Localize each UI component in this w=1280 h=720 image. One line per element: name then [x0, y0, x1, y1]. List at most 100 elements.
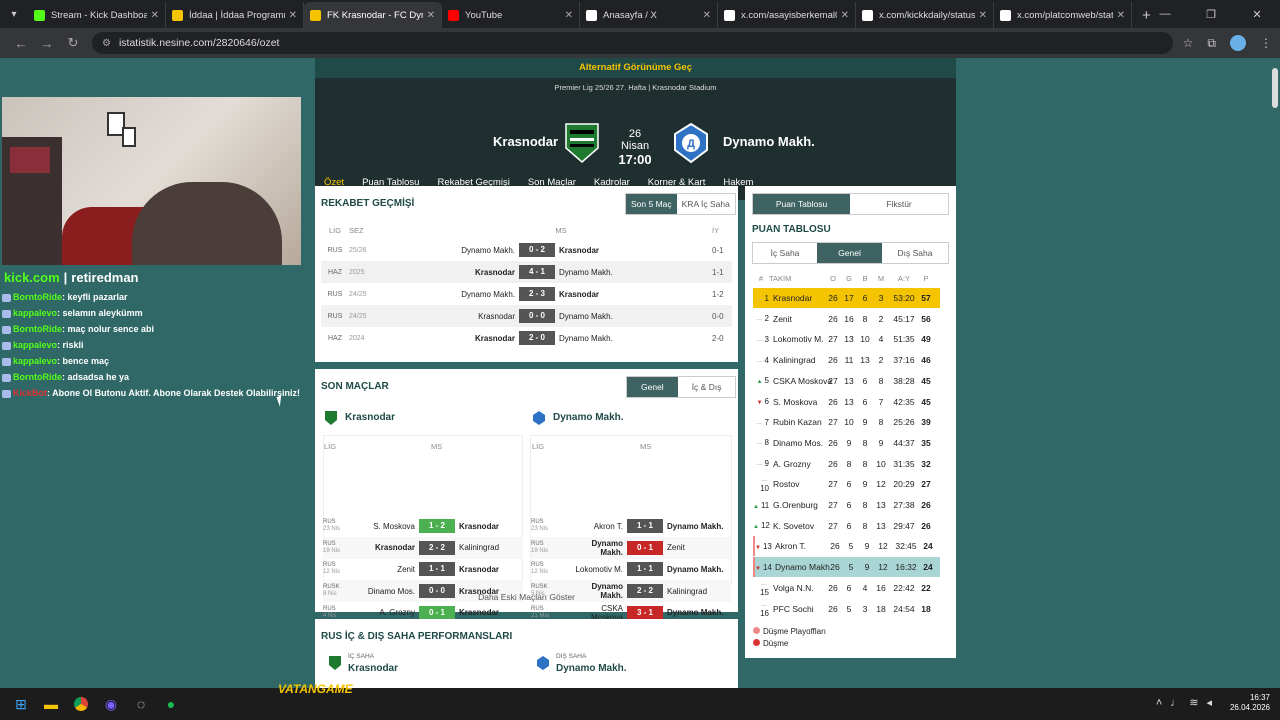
krasnodar-mini-crest-icon	[325, 411, 337, 425]
standings-cell: 27	[828, 479, 838, 490]
standings-cell: 18	[921, 603, 931, 614]
tab-fixtures[interactable]: Fikstür	[850, 194, 948, 214]
standings-row[interactable]: ▼ 6 S. Moskova 26 13 6 7 42:35 45	[753, 392, 940, 412]
chat-username[interactable]: BorntoRide	[13, 372, 62, 382]
standings-cell: 44:37	[893, 437, 915, 448]
home-team-name[interactable]: Krasnodar	[493, 134, 558, 149]
browser-tab[interactable]: YouTube ✕	[442, 2, 580, 28]
tab-standings[interactable]: Puan Tablosu	[753, 194, 850, 214]
away-team-name[interactable]: Dynamo Makh.	[723, 134, 815, 149]
standings-row[interactable]: ▲ 11 G.Orenburg 27 6 8 13 27:38 26	[753, 495, 940, 515]
standings-row[interactable]: —3 Lokomotiv M. 27 13 10 4 51:35 49	[753, 329, 940, 349]
close-icon[interactable]: ✕	[1234, 0, 1280, 28]
recent-filter-general[interactable]: Genel	[627, 377, 678, 397]
standings-row[interactable]: —1 Krasnodar 26 17 6 3 53:20 57	[753, 288, 940, 308]
chat-username[interactable]: kappalevo	[13, 308, 57, 318]
tab-close-icon[interactable]: ✕	[289, 10, 297, 21]
h2h-row[interactable]: HAZ 2024 Krasnodar 2 - 0 Dynamo Makh. 2-0	[321, 327, 732, 349]
browser-tab[interactable]: İddaa | İddaa Programı | C ✕	[166, 2, 304, 28]
chat-username[interactable]: kappalevo	[13, 356, 57, 366]
standings-row[interactable]: —16 PFC Sochi 26 5 3 18 24:54 18	[753, 599, 940, 619]
volume-icon[interactable]: ◂	[1206, 697, 1220, 709]
standings-row[interactable]: —10 Rostov 27 6 9 12 20:29 27	[753, 474, 940, 494]
tab-close-icon[interactable]: ✕	[1117, 10, 1125, 21]
standings-row[interactable]: —2 Zenit 26 16 8 2 45:17 56	[753, 309, 940, 329]
chat-username[interactable]: kappalevo	[13, 340, 57, 350]
h2h-row[interactable]: RUS 25/26 Dynamo Makh. 0 - 2 Krasnodar 0-1	[321, 239, 732, 261]
tab-close-icon[interactable]: ✕	[979, 10, 987, 21]
standings-row[interactable]: ▲ 12 K. Sovetov 27 6 8 13 29:47 26	[753, 516, 940, 536]
spotify-icon[interactable]: ●	[156, 689, 186, 719]
file-explorer-icon[interactable]: ▬	[36, 689, 66, 719]
reload-icon[interactable]: ↻	[60, 35, 86, 51]
recent-match-row[interactable]: RUS 19 Nis Dynamo Makh. 0 - 1 Zenit	[531, 536, 731, 559]
profile-avatar[interactable]	[1230, 35, 1246, 51]
maximize-icon[interactable]: ❐	[1188, 0, 1234, 28]
url-field[interactable]: ⚙ istatistik.nesine.com/2820646/ozet	[92, 32, 1173, 54]
mic-icon[interactable]: ♩	[1170, 697, 1189, 709]
recent-match-row[interactable]: RUS 23 Nis Akron T. 1 - 1 Dynamo Makh.	[531, 515, 731, 537]
vatangame-logo: VATANGAME	[278, 682, 353, 696]
filter-away[interactable]: Dış Saha	[882, 243, 948, 263]
standings-row[interactable]: —9 A. Grozny 26 8 8 10 31:35 32	[753, 454, 940, 474]
browser-tab[interactable]: Anasayfa / X ✕	[580, 2, 718, 28]
back-icon[interactable]: ←	[8, 36, 34, 51]
standings-cell: 26	[830, 541, 840, 552]
chat-username[interactable]: BorntoRide	[13, 292, 62, 302]
filter-home[interactable]: İç Saha	[753, 243, 817, 263]
h2h-filter-last5[interactable]: Son 5 Maç	[626, 194, 677, 214]
show-older-link[interactable]: Daha Eski Maçları Göster	[315, 592, 738, 602]
obs-icon[interactable]: ◌	[126, 689, 156, 719]
h2h-filter-home[interactable]: KRA İç Saha	[677, 194, 735, 214]
recent-match-row[interactable]: RUS 12 Nis Zenit 1 - 1 Krasnodar	[323, 558, 523, 580]
wifi-icon[interactable]: ≋	[1189, 697, 1206, 709]
tab-close-icon[interactable]: ✕	[151, 10, 159, 21]
chat-username[interactable]: BorntoRide	[13, 324, 62, 334]
h2h-row[interactable]: RUS 24/25 Krasnodar 0 - 0 Dynamo Makh. 0-0	[321, 305, 732, 327]
standings-row[interactable]: ▼ 14 Dynamo Makh. 26 5 9 12 16:32 24	[753, 557, 940, 578]
h2h-row[interactable]: RUS 24/25 Dynamo Makh. 2 - 3 Krasnodar 1-2	[321, 283, 732, 305]
recent-match-row[interactable]: RUS 19 Nis Krasnodar 2 - 2 Kaliningrad	[323, 536, 523, 559]
tab-search-icon[interactable]: ▾	[0, 0, 28, 28]
tab-close-icon[interactable]: ✕	[565, 10, 573, 21]
alt-view-link[interactable]: Alternatif Görünüme Geç	[315, 58, 956, 78]
site-info-icon[interactable]: ⚙	[102, 38, 111, 49]
browser-tab[interactable]: x.com/kickkdaily/status/2 ✕	[856, 2, 994, 28]
h2h-row[interactable]: HAZ 2025 Krasnodar 4 - 1 Dynamo Makh. 1-1	[321, 261, 732, 283]
standings-col-header: #	[758, 273, 764, 283]
standings-row[interactable]: —4 Kaliningrad 26 11 13 2 37:16 46	[753, 350, 940, 370]
standings-row[interactable]: —7 Rubin Kazan 27 10 9 8 25:26 39	[753, 412, 940, 432]
minimize-icon[interactable]: —	[1142, 0, 1188, 28]
recent-match-row[interactable]: RUS 23 Nis S. Moskova 1 - 2 Krasnodar	[323, 515, 523, 537]
tab-close-icon[interactable]: ✕	[841, 10, 849, 21]
extensions-icon[interactable]: ⧉	[1207, 36, 1216, 51]
discord-icon[interactable]: ◉	[96, 689, 126, 719]
browser-tab[interactable]: x.com/platcomweb/statu ✕	[994, 2, 1132, 28]
page-scrollbar[interactable]	[1270, 58, 1280, 688]
chrome-icon[interactable]	[66, 689, 96, 719]
browser-tab[interactable]: FK Krasnodar - FC Dynam ✕	[304, 2, 442, 28]
standings-pos: ▲ 11	[753, 501, 769, 510]
standings-cell: 27	[828, 520, 838, 531]
filter-general[interactable]: Genel	[817, 243, 882, 263]
chevron-up-icon[interactable]: ˄	[1156, 697, 1170, 709]
chat-username[interactable]: KickBot	[13, 388, 47, 398]
tab-close-icon[interactable]: ✕	[427, 10, 435, 21]
browser-tab[interactable]: x.com/asayisberkemal0/st ✕	[718, 2, 856, 28]
standings-row[interactable]: —15 Volga N.N. 26 6 4 16 22:42 22	[753, 578, 940, 598]
h2h-ht: 1-2	[712, 289, 724, 299]
standings-row[interactable]: ▼ 13 Akron T. 26 5 9 12 32:45 24	[753, 536, 940, 557]
browser-tab[interactable]: Stream - Kick Dashboard ✕	[28, 2, 166, 28]
clock[interactable]: 16:37 26.04.2026	[1230, 693, 1270, 713]
tab-title: x.com/asayisberkemal0/st	[741, 9, 837, 21]
more-menu-icon[interactable]: ⋮	[1260, 36, 1272, 50]
chat-message: kappalevo: selamın aleykümm	[2, 308, 302, 319]
tab-close-icon[interactable]: ✕	[703, 10, 711, 21]
recent-match-row[interactable]: RUS 12 Nis Lokomotiv M. 1 - 1 Dynamo Makh.	[531, 558, 731, 580]
bookmark-star-icon[interactable]: ☆	[1183, 36, 1194, 50]
forward-icon[interactable]: →	[34, 36, 60, 51]
recent-filter-homeaway[interactable]: İç & Dış	[678, 377, 736, 397]
windows-start-icon[interactable]: ⊞	[6, 689, 36, 719]
standings-row[interactable]: ▲ 5 CSKA Moskova 27 13 6 8 38:28 45	[753, 371, 940, 391]
standings-row[interactable]: —8 Dinamo Mos. 26 9 8 9 44:37 35	[753, 433, 940, 453]
